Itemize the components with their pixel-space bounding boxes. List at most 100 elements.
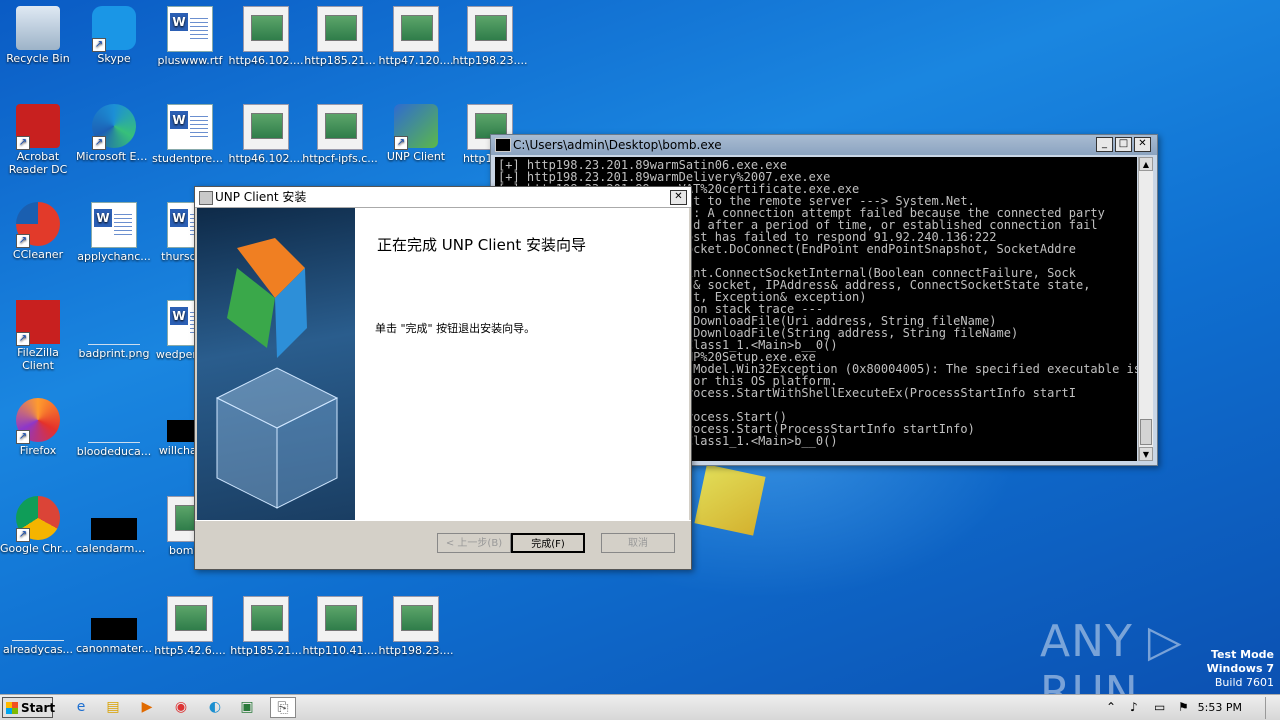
scroll-up-icon[interactable]: ▲ — [1139, 157, 1153, 171]
desktop-icon[interactable]: alreadycas... — [0, 596, 76, 656]
desktop-icon[interactable]: http185.21... — [302, 6, 378, 67]
chrome-icon[interactable]: ◉ — [168, 697, 194, 718]
desktop-icon-label: FileZilla Client — [17, 346, 59, 372]
desktop-icon-label: http198.23.... — [378, 644, 454, 657]
watermark-line2: Windows 7 — [1206, 662, 1274, 675]
desktop-icon-label: Skype — [97, 52, 131, 65]
desktop-icon-label: UNP Client — [386, 150, 446, 163]
acrobat-icon — [16, 104, 60, 150]
finish-button[interactable]: 完成(F) — [511, 533, 585, 553]
image-file-icon — [243, 596, 289, 642]
cancel-button[interactable]: 取消 — [601, 533, 675, 553]
desktop-icon-label: Google Chrome — [0, 542, 76, 555]
image-file-icon — [243, 104, 289, 150]
desktop-icon[interactable]: applychanc... — [76, 202, 152, 263]
ccleaner-icon — [16, 202, 60, 248]
installer-task-icon[interactable]: ⎘ — [270, 697, 296, 718]
desktop-icon[interactable]: http198.23.... — [378, 596, 454, 657]
desktop-icon-label: http110.41.... — [302, 644, 378, 657]
black-thumbnail-icon — [91, 518, 137, 540]
desktop-icon-label: http47.120.... — [378, 54, 454, 67]
action-center-flag-icon[interactable]: ⚑ — [1178, 700, 1189, 714]
console-titlebar[interactable]: C:\Users\admin\Desktop\bomb.exe _ □ ✕ — [491, 135, 1157, 155]
desktop-icon-label: http185.21... — [230, 644, 302, 657]
desktop-icon[interactable]: Google Chrome — [0, 496, 76, 555]
desktop-icon-label: http46.102.... — [228, 54, 304, 67]
console-title: C:\Users\admin\Desktop\bomb.exe — [513, 138, 722, 152]
desktop-icon-label: badprint.png — [78, 347, 150, 360]
watermark-line1: Test Mode — [1211, 648, 1274, 661]
word-document-icon — [167, 104, 213, 150]
show-desktop-button[interactable] — [1265, 697, 1280, 719]
taskbar: Start e ▤ ▶ ◉ ◐ ▣ ⎘ ⌃ ♪ ▭ ⚑ 5:53 PM — [0, 694, 1280, 720]
back-button[interactable]: < 上一步(B) — [437, 533, 511, 553]
installer-title: UNP Client 安装 — [215, 190, 307, 204]
desktop-icon[interactable]: http5.42.6.... — [152, 596, 228, 657]
chrome-icon — [16, 496, 60, 542]
tray-expand-icon[interactable]: ⌃ — [1106, 700, 1116, 714]
os-watermark: Test Mode Windows 7 Build 7601 — [1207, 648, 1274, 690]
installer-footer: < 上一步(B) 完成(F) 取消 — [195, 520, 691, 569]
desktop-icon[interactable]: bloodeduca... — [76, 398, 152, 458]
clock[interactable]: 5:53 PM — [1198, 701, 1242, 714]
desktop-icon[interactable]: http110.41.... — [302, 596, 378, 657]
desktop-icon[interactable]: Acrobat Reader DC — [0, 104, 76, 176]
desktop-icon-label: http198.23.... — [452, 54, 528, 67]
console-task-icon[interactable]: ▣ — [234, 697, 260, 718]
desktop-icon-label: http5.42.6.... — [154, 644, 226, 657]
blank-file-icon — [88, 324, 140, 345]
minimize-button[interactable]: _ — [1096, 137, 1113, 152]
desktop-icon[interactable]: UNP Client — [378, 104, 454, 163]
desktop-icon[interactable]: canonmater... — [76, 596, 152, 655]
media-player-icon[interactable]: ▶ — [134, 697, 160, 718]
bin-icon — [16, 6, 60, 50]
scroll-down-icon[interactable]: ▼ — [1139, 447, 1153, 461]
desktop-icon[interactable]: Microsoft Edge — [76, 104, 152, 163]
installer-side-banner — [197, 208, 355, 520]
file-explorer-icon[interactable]: ▤ — [100, 697, 126, 718]
desktop-icon[interactable]: pluswww.rtf — [152, 6, 228, 67]
desktop-icon-label: Acrobat Reader DC — [8, 150, 68, 176]
image-file-icon — [393, 596, 439, 642]
desktop-icon[interactable]: badprint.png — [76, 300, 152, 360]
desktop-icon[interactable]: Firefox — [0, 398, 76, 457]
desktop-icon[interactable]: calendarmet... — [76, 496, 152, 555]
desktop-icon-label: calendarmet... — [76, 542, 152, 555]
close-button[interactable]: ✕ — [670, 190, 687, 205]
installer-dialog[interactable]: UNP Client 安装 ✕ 正在完成 UNP Client 安装向导 单击 … — [194, 186, 692, 570]
image-file-icon — [167, 596, 213, 642]
desktop-icon[interactable]: http185.21... — [228, 596, 304, 657]
desktop-icon[interactable]: httpcf-ipfs.c... — [302, 104, 378, 165]
installer-heading: 正在完成 UNP Client 安装向导 — [377, 236, 586, 254]
image-file-icon — [467, 6, 513, 52]
console-scrollbar[interactable]: ▲ ▼ — [1138, 157, 1153, 461]
desktop-icon[interactable]: http46.102.... — [228, 104, 304, 165]
desktop-icon[interactable]: Skype — [76, 6, 152, 65]
firefox-icon — [16, 398, 60, 444]
desktop-icon-label: bloodeduca... — [76, 445, 152, 458]
start-button[interactable]: Start — [2, 697, 55, 718]
skype-icon — [92, 6, 136, 52]
image-file-icon — [393, 6, 439, 52]
internet-explorer-icon[interactable]: e — [68, 697, 94, 718]
scroll-thumb[interactable] — [1140, 419, 1152, 445]
word-document-icon — [91, 202, 137, 248]
desktop-icon[interactable]: studentpres... — [152, 104, 228, 165]
desktop-icon-label: canonmater... — [76, 642, 152, 655]
desktop-icon[interactable]: http46.102.... — [228, 6, 304, 67]
desktop-icon[interactable]: CCleaner — [0, 202, 76, 261]
installer-titlebar[interactable]: UNP Client 安装 ✕ — [195, 187, 691, 208]
desktop-icon[interactable]: http198.23.... — [452, 6, 528, 67]
image-file-icon — [243, 6, 289, 52]
edge-icon[interactable]: ◐ — [202, 697, 228, 718]
black-thumbnail-icon — [91, 618, 137, 640]
desktop-icon-label: applychanc... — [77, 250, 151, 263]
maximize-button[interactable]: □ — [1115, 137, 1132, 152]
desktop-icon[interactable]: http47.120.... — [378, 6, 454, 67]
desktop-icon[interactable]: FileZilla Client — [0, 300, 76, 372]
desktop-icon[interactable]: Recycle Bin — [0, 6, 76, 65]
volume-icon[interactable]: ♪ — [1130, 700, 1138, 714]
close-button[interactable]: ✕ — [1134, 137, 1151, 152]
desktop-icon-label: httpcf-ipfs.c... — [302, 152, 378, 165]
network-icon[interactable]: ▭ — [1154, 700, 1165, 714]
